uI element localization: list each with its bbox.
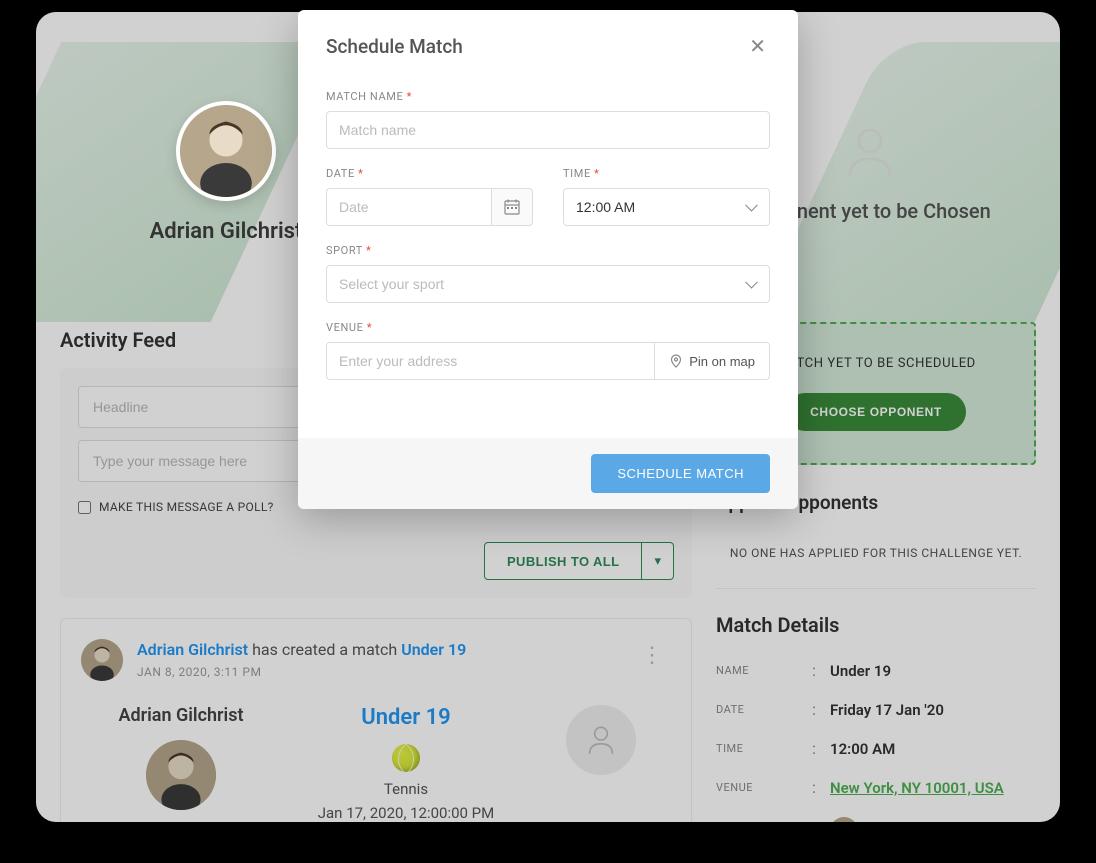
venue-label: VENUE * [326,321,770,334]
match-name-label: MATCH NAME * [326,90,770,103]
sport-label: SPORT * [326,244,770,257]
date-label: DATE * [326,167,533,180]
venue-input[interactable] [326,342,655,380]
pin-on-map-button[interactable]: Pin on map [655,342,770,380]
modal-title: Schedule Match [326,35,463,58]
map-pin-icon [669,354,683,368]
date-input[interactable] [326,188,491,226]
modal-close-button[interactable]: ✕ [745,30,770,62]
schedule-match-modal: Schedule Match ✕ MATCH NAME * DATE * TIM… [298,10,798,509]
player-avatar [176,101,276,201]
calendar-icon[interactable] [491,188,533,226]
match-name-input[interactable] [326,111,770,149]
sport-select[interactable] [326,265,770,303]
time-select[interactable] [563,188,770,226]
opponent-placeholder-icon [840,121,900,181]
time-label: TIME * [563,167,770,180]
schedule-match-submit-button[interactable]: SCHEDULE MATCH [591,454,770,493]
